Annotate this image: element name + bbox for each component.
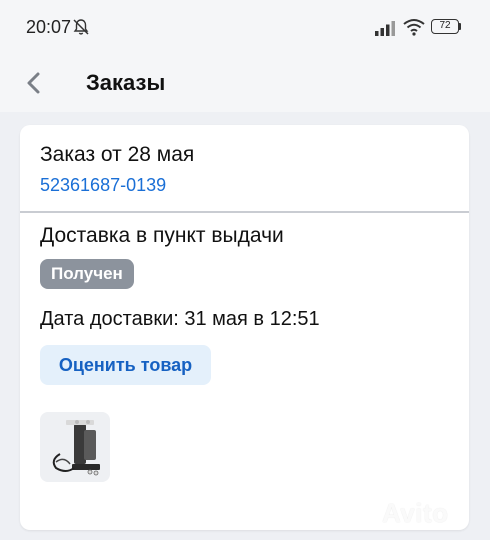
bell-off-icon: [73, 19, 89, 35]
wifi-icon: [403, 19, 425, 36]
delivery-type: Доставка в пункт выдачи: [40, 224, 284, 247]
page-title: Заказы: [86, 70, 166, 95]
battery-level: 72: [439, 20, 451, 31]
order-number-link[interactable]: 52361687-0139: [40, 175, 166, 196]
status-bar: 20:07 72: [0, 0, 490, 56]
battery-icon: 72: [431, 19, 459, 34]
order-title: Заказ от 28 мая: [40, 143, 195, 166]
product-thumbnail[interactable]: [40, 412, 110, 482]
rate-product-button[interactable]: Оценить товар: [40, 345, 211, 385]
delivery-date: Дата доставки: 31 мая в 12:51: [40, 308, 320, 330]
status-badge: Получен: [40, 259, 134, 289]
battery-tip: [459, 23, 461, 30]
chevron-left-icon[interactable]: [24, 70, 44, 96]
app-header: Заказы: [0, 56, 490, 112]
divider: [20, 211, 469, 213]
order-card: Заказ от 28 мая 52361687-0139 Доставка в…: [20, 125, 469, 530]
product-image-icon: [52, 420, 100, 476]
signal-icon: [375, 21, 395, 36]
avito-watermark: Avito: [382, 498, 449, 528]
status-time: 20:07: [26, 17, 72, 37]
